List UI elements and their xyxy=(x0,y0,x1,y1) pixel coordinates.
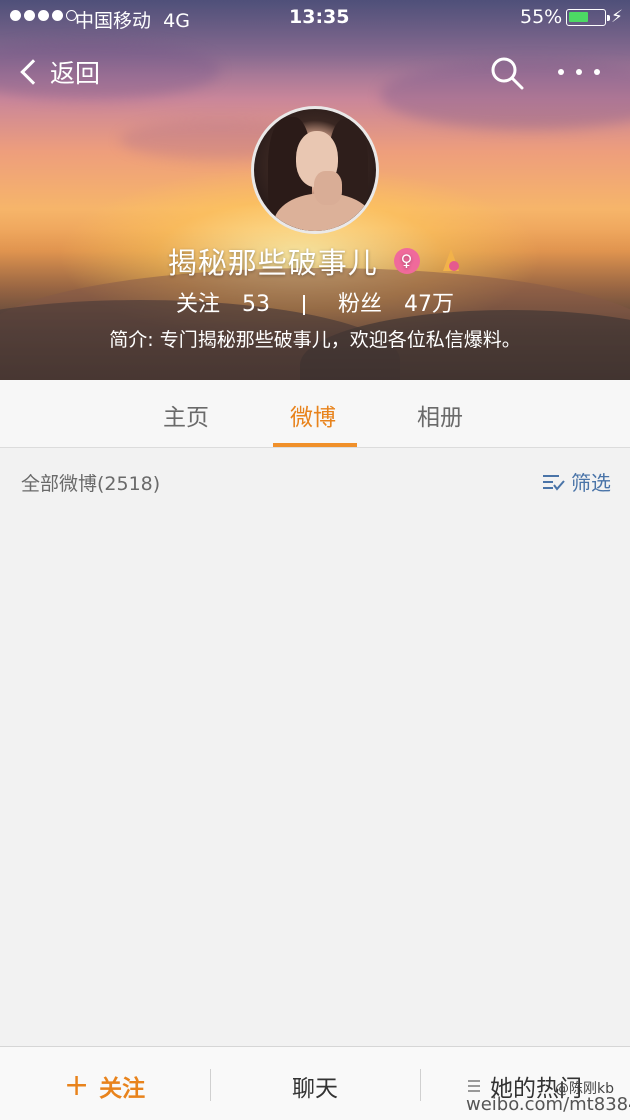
following-link[interactable]: 关注 53 xyxy=(172,292,274,317)
female-icon: ♀ xyxy=(394,248,420,274)
active-tab-indicator xyxy=(273,443,357,447)
back-button[interactable]: 返回 xyxy=(18,52,100,92)
watermark: weibo.com/mt8384 xyxy=(466,1094,630,1115)
plus-icon: + xyxy=(64,1068,90,1103)
carrier-name: 中国移动 4G xyxy=(75,10,190,32)
chat-button[interactable]: 聊天 xyxy=(292,1069,338,1103)
level-badge-icon[interactable] xyxy=(440,247,462,275)
followers-link[interactable]: 粉丝 47万 xyxy=(334,292,458,317)
status-time: 13:35 xyxy=(289,6,350,28)
follow-label: 关注 xyxy=(99,1076,146,1102)
profile-bio: 简介: 专门揭秘那些破事儿，欢迎各位私信爆料。 xyxy=(109,329,521,351)
menu-icon xyxy=(468,1080,480,1092)
more-dots-icon[interactable] xyxy=(558,60,600,84)
follow-button[interactable]: + 关注 xyxy=(64,1069,145,1103)
battery-percent: 55% xyxy=(520,6,563,28)
search-icon[interactable] xyxy=(490,56,524,90)
profile-stats: 关注 53 粉丝 47万 xyxy=(0,286,630,318)
feed-filter-bar: 全部微博(2518) 筛选 xyxy=(0,449,630,513)
tab-weibo[interactable]: 微博 xyxy=(290,398,336,432)
filter-label: 筛选 xyxy=(571,471,611,495)
filter-icon xyxy=(543,473,565,491)
battery-icon xyxy=(566,9,610,26)
bottom-divider xyxy=(210,1069,211,1101)
filter-button[interactable]: 筛选 xyxy=(543,467,611,496)
signal-strength-icon xyxy=(10,10,77,21)
avatar[interactable] xyxy=(251,106,379,234)
chevron-left-icon xyxy=(20,59,46,85)
stats-divider xyxy=(303,295,305,315)
tab-home[interactable]: 主页 xyxy=(163,398,209,432)
bottom-divider xyxy=(420,1069,421,1101)
weibo-count: 全部微博(2518) xyxy=(21,473,161,495)
charging-icon: ⚡ xyxy=(611,7,623,27)
profile-tabs: 主页 微博 相册 xyxy=(0,380,630,448)
tab-album[interactable]: 相册 xyxy=(417,398,463,432)
status-bar: 中国移动 4G 13:35 55% ⚡ xyxy=(0,0,630,36)
profile-name-row: 揭秘那些破事儿 ♀ xyxy=(0,240,630,282)
back-label: 返回 xyxy=(50,59,101,88)
profile-name: 揭秘那些破事儿 xyxy=(167,246,378,280)
